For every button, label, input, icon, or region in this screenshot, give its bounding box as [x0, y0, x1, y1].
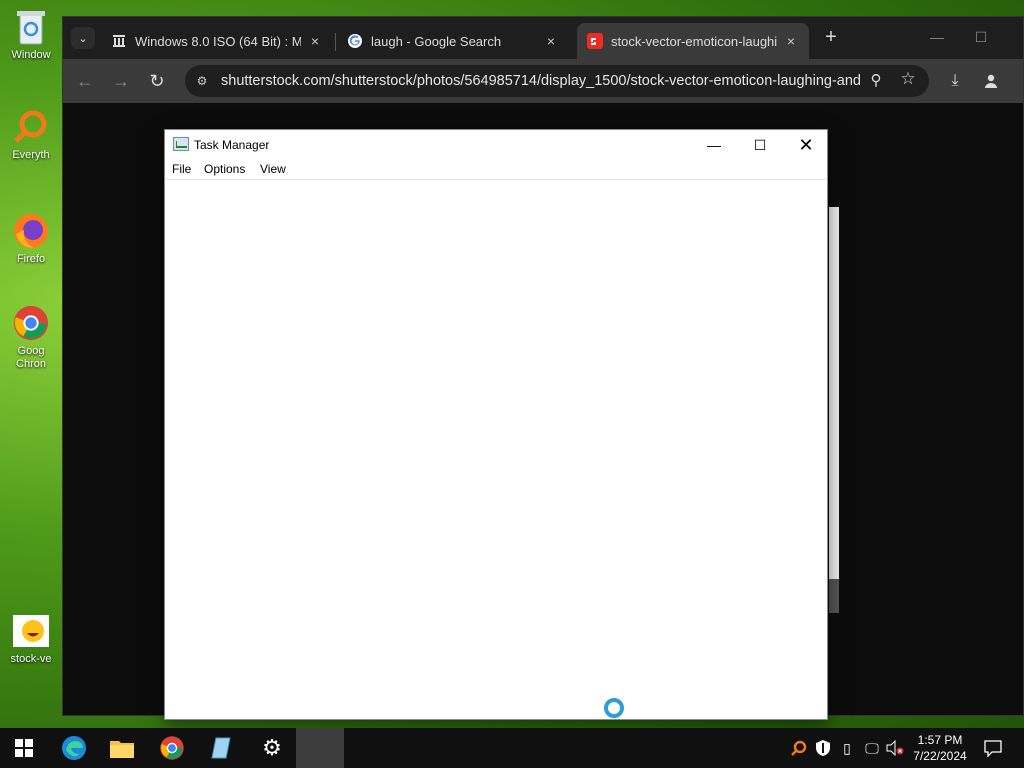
- desktop-icon-google-chrome[interactable]: Goog Chron: [2, 304, 60, 371]
- download-icon[interactable]: ⤓: [941, 67, 969, 95]
- desktop-icon-firefox[interactable]: Firefo: [2, 212, 60, 266]
- minimize-icon[interactable]: —: [691, 130, 737, 160]
- taskbar-chrome[interactable]: [148, 728, 196, 768]
- battery-icon[interactable]: ▯: [836, 728, 858, 768]
- tab-title: laugh - Google Search: [371, 33, 502, 49]
- tab-stock-vector-emoticon[interactable]: stock-vector-emoticon-laughing ×: [577, 23, 809, 59]
- firefox-icon: [12, 212, 50, 250]
- image-file-icon: [12, 612, 50, 650]
- menu-bar: File Options View: [165, 160, 827, 180]
- start-button[interactable]: [0, 728, 48, 768]
- task-manager-window: Task Manager — ☐ ✕ File Options View: [164, 129, 828, 720]
- close-tab-icon[interactable]: ×: [783, 33, 799, 49]
- zoom-icon[interactable]: ⚲: [865, 71, 887, 91]
- shutterstock-icon: [587, 33, 603, 49]
- task-manager-titlebar[interactable]: Task Manager — ☐ ✕: [165, 130, 827, 160]
- google-icon: [347, 33, 363, 49]
- edge-icon: [62, 736, 86, 760]
- tab-separator: [335, 33, 336, 51]
- new-tab-button[interactable]: +: [819, 27, 843, 49]
- notification-center-icon[interactable]: [978, 728, 1008, 768]
- back-arrow-icon[interactable]: ←: [71, 67, 99, 95]
- tab-title: stock-vector-emoticon-laughing: [611, 33, 777, 49]
- security-shield-icon[interactable]: [812, 728, 834, 768]
- clock-time: 1:57 PM: [917, 733, 963, 747]
- browser-toolbar: ← → ↻ ⚙ shutterstock.com/shutterstock/ph…: [63, 59, 1023, 103]
- desktop-icon-stock-vector[interactable]: stock-ve: [2, 612, 60, 666]
- windows-logo-icon: [15, 739, 33, 757]
- taskbar-task-manager[interactable]: [296, 728, 344, 768]
- site-info-icon[interactable]: ⚙: [193, 72, 211, 90]
- taskbar-notepad[interactable]: [198, 728, 246, 768]
- url-text[interactable]: shutterstock.com/shutterstock/photos/564…: [221, 73, 861, 89]
- tab-windows-iso[interactable]: Windows 8.0 ISO (64 Bit) : Micr ×: [101, 23, 333, 59]
- menu-file[interactable]: File: [172, 162, 191, 176]
- chevron-down-icon: ⌄: [78, 32, 88, 45]
- close-tab-icon[interactable]: ×: [543, 33, 559, 49]
- bookmark-star-icon[interactable]: ☆: [897, 69, 919, 91]
- archive-org-icon: [111, 33, 127, 49]
- profile-icon[interactable]: [977, 67, 1005, 95]
- menu-view[interactable]: View: [260, 162, 286, 176]
- folder-icon: [110, 741, 134, 758]
- everything-search-icon: [12, 108, 50, 146]
- tab-strip: ⌄ Windows 8.0 ISO (64 Bit) : Micr × laug…: [63, 17, 1023, 59]
- clock-date: 7/22/2024: [913, 749, 967, 763]
- taskbar-file-explorer[interactable]: [98, 728, 146, 768]
- window-title: Task Manager: [194, 138, 270, 152]
- reload-icon[interactable]: ↻: [143, 67, 171, 95]
- taskbar: ⚙ ▯ 🖵 1:57 PM 7/22/2024: [0, 728, 1024, 768]
- network-icon[interactable]: 🖵: [860, 728, 884, 768]
- taskbar-edge[interactable]: [50, 728, 98, 768]
- maximize-icon[interactable]: ☐: [737, 130, 783, 160]
- loading-spinner-icon: [604, 698, 624, 718]
- forward-arrow-icon[interactable]: →: [107, 67, 135, 95]
- recycle-bin-icon: [12, 8, 50, 46]
- notepad-icon: [211, 737, 231, 759]
- tab-laugh-google-search[interactable]: laugh - Google Search ×: [337, 23, 569, 59]
- taskbar-settings[interactable]: ⚙: [248, 728, 296, 768]
- close-tab-icon[interactable]: ×: [307, 33, 323, 49]
- minimize-icon[interactable]: —: [915, 23, 959, 51]
- close-icon[interactable]: ✕: [783, 130, 829, 160]
- desktop-icon-recycle-bin[interactable]: Window: [2, 8, 60, 62]
- gear-icon: ⚙: [262, 735, 282, 760]
- everything-tray-icon[interactable]: [788, 728, 810, 768]
- page-image-edge: [829, 207, 839, 579]
- taskbar-clock[interactable]: 1:57 PM 7/22/2024: [906, 732, 974, 764]
- menu-options[interactable]: Options: [204, 162, 245, 176]
- volume-muted-icon[interactable]: [884, 728, 906, 768]
- tab-title: Windows 8.0 ISO (64 Bit) : Micr: [135, 33, 301, 49]
- task-manager-icon: [173, 137, 189, 151]
- page-image-shadow: [829, 579, 839, 613]
- tab-search-button[interactable]: ⌄: [71, 27, 95, 49]
- desktop-icon-everything[interactable]: Everyth: [2, 108, 60, 162]
- address-bar[interactable]: ⚙ shutterstock.com/shutterstock/photos/5…: [185, 65, 929, 97]
- maximize-icon[interactable]: ☐: [959, 23, 1003, 51]
- chrome-icon: [160, 736, 184, 760]
- chrome-icon: [12, 304, 50, 342]
